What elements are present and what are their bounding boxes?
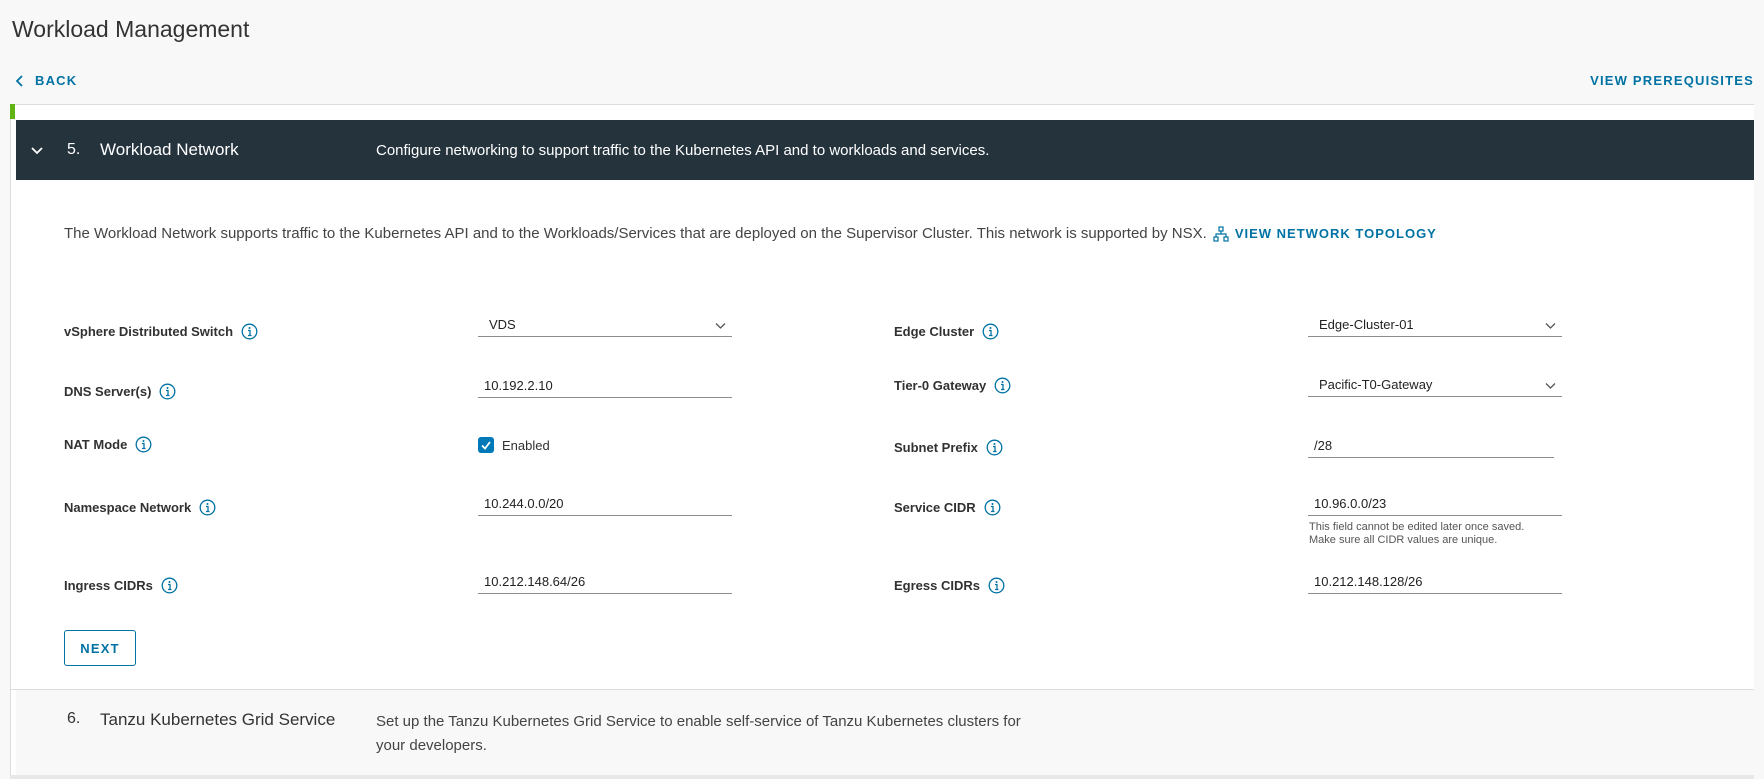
egress-cidrs-label: Egress CIDRs — [894, 577, 1005, 594]
info-icon[interactable] — [159, 383, 176, 400]
network-topology-icon — [1213, 225, 1229, 242]
chevron-down-icon — [1545, 323, 1556, 329]
vds-label-text: vSphere Distributed Switch — [64, 324, 234, 339]
step-description: Set up the Tanzu Kubernetes Grid Service… — [376, 713, 1021, 754]
tier0-gateway-select[interactable]: Pacific-T0-Gateway — [1308, 373, 1562, 397]
tier0-gateway-label: Tier-0 Gateway — [894, 377, 1011, 394]
subnet-label-text: Subnet Prefix — [894, 440, 978, 455]
info-icon[interactable] — [199, 499, 216, 516]
vds-select[interactable]: VDS — [478, 313, 732, 337]
topology-link-label: VIEW NETWORK TOPOLOGY — [1234, 226, 1437, 241]
dns-label-text: DNS Server(s) — [64, 384, 152, 399]
service-cidr-input[interactable]: 10.96.0.0/23 — [1308, 492, 1562, 516]
ingress-label-text: Ingress CIDRs — [64, 578, 153, 593]
view-network-topology-link[interactable]: VIEW NETWORK TOPOLOGY — [1213, 225, 1437, 242]
chevron-left-icon — [15, 74, 23, 87]
edge-cluster-select[interactable]: Edge-Cluster-01 — [1308, 313, 1562, 337]
back-button[interactable]: BACK — [14, 73, 77, 88]
info-icon[interactable] — [986, 439, 1003, 456]
helper-line-2: Make sure all CIDR values are unique. — [1309, 534, 1498, 546]
edge-select-value: Edge-Cluster-01 — [1319, 317, 1414, 332]
nat-mode-label: NAT Mode — [64, 436, 152, 453]
step-description: Configure networking to support traffic … — [376, 141, 990, 159]
info-icon[interactable] — [135, 436, 152, 453]
egress-label-text: Egress CIDRs — [894, 578, 980, 593]
step-name: Workload Network — [100, 140, 239, 159]
info-icon[interactable] — [984, 499, 1001, 516]
info-icon[interactable] — [982, 323, 999, 340]
service-cidr-label: Service CIDR — [894, 499, 1001, 516]
back-label: BACK — [35, 73, 78, 88]
checkmark-icon — [481, 441, 491, 450]
horizontal-scrollbar[interactable] — [10, 775, 1754, 779]
ns-label-text: Namespace Network — [64, 500, 192, 515]
namespace-network-label: Namespace Network — [64, 499, 216, 516]
step-number: 6. — [67, 710, 81, 727]
service-label-text: Service CIDR — [894, 500, 976, 515]
nat-label-text: NAT Mode — [64, 437, 128, 452]
vds-select-value: VDS — [489, 317, 516, 332]
edge-label-text: Edge Cluster — [894, 324, 975, 339]
tier0-label-text: Tier-0 Gateway — [894, 378, 987, 393]
intro-text: The Workload Network supports traffic to… — [64, 225, 1207, 242]
namespace-network-input[interactable]: 10.244.0.0/20 — [478, 492, 732, 516]
step-header-tkg-service[interactable]: 6. Tanzu Kubernetes Grid Service Set up … — [16, 690, 1754, 779]
tier0-select-value: Pacific-T0-Gateway — [1319, 377, 1433, 392]
progress-indicator — [10, 104, 15, 119]
nat-mode-checkbox[interactable] — [478, 437, 494, 453]
subnet-prefix-label: Subnet Prefix — [894, 439, 1003, 456]
dns-label: DNS Server(s) — [64, 383, 176, 400]
info-icon[interactable] — [988, 577, 1005, 594]
info-icon[interactable] — [994, 377, 1011, 394]
egress-cidrs-input[interactable]: 10.212.148.128/26 — [1308, 570, 1562, 594]
helper-line-1: This field cannot be edited later once s… — [1309, 521, 1525, 533]
step-number: 5. — [67, 141, 81, 158]
intro-paragraph: The Workload Network supports traffic to… — [64, 225, 1437, 242]
step-name: Tanzu Kubernetes Grid Service — [100, 710, 336, 729]
info-icon[interactable] — [241, 323, 258, 340]
nat-checkbox-label: Enabled — [502, 437, 550, 453]
chevron-down-icon[interactable] — [29, 142, 45, 158]
edge-cluster-label: Edge Cluster — [894, 323, 999, 340]
ingress-cidrs-label: Ingress CIDRs — [64, 577, 178, 594]
nat-mode-toggle[interactable]: Enabled — [478, 437, 550, 453]
next-button[interactable]: NEXT — [64, 630, 136, 666]
vds-label: vSphere Distributed Switch — [64, 323, 258, 340]
chevron-down-icon — [1545, 383, 1556, 389]
page-title: Workload Management — [12, 16, 250, 42]
service-cidr-helper: This field cannot be edited later once s… — [1309, 521, 1524, 547]
ingress-cidrs-input[interactable]: 10.212.148.64/26 — [478, 570, 732, 594]
chevron-down-icon — [715, 323, 726, 329]
view-prerequisites-link[interactable]: VIEW PREREQUISITES — [1590, 73, 1754, 88]
info-icon[interactable] — [161, 577, 178, 594]
subnet-prefix-input[interactable]: /28 — [1308, 434, 1554, 458]
step-header-workload-network[interactable]: 5. Workload Network Configure networking… — [16, 120, 1754, 180]
dns-input[interactable]: 10.192.2.10 — [478, 374, 732, 398]
